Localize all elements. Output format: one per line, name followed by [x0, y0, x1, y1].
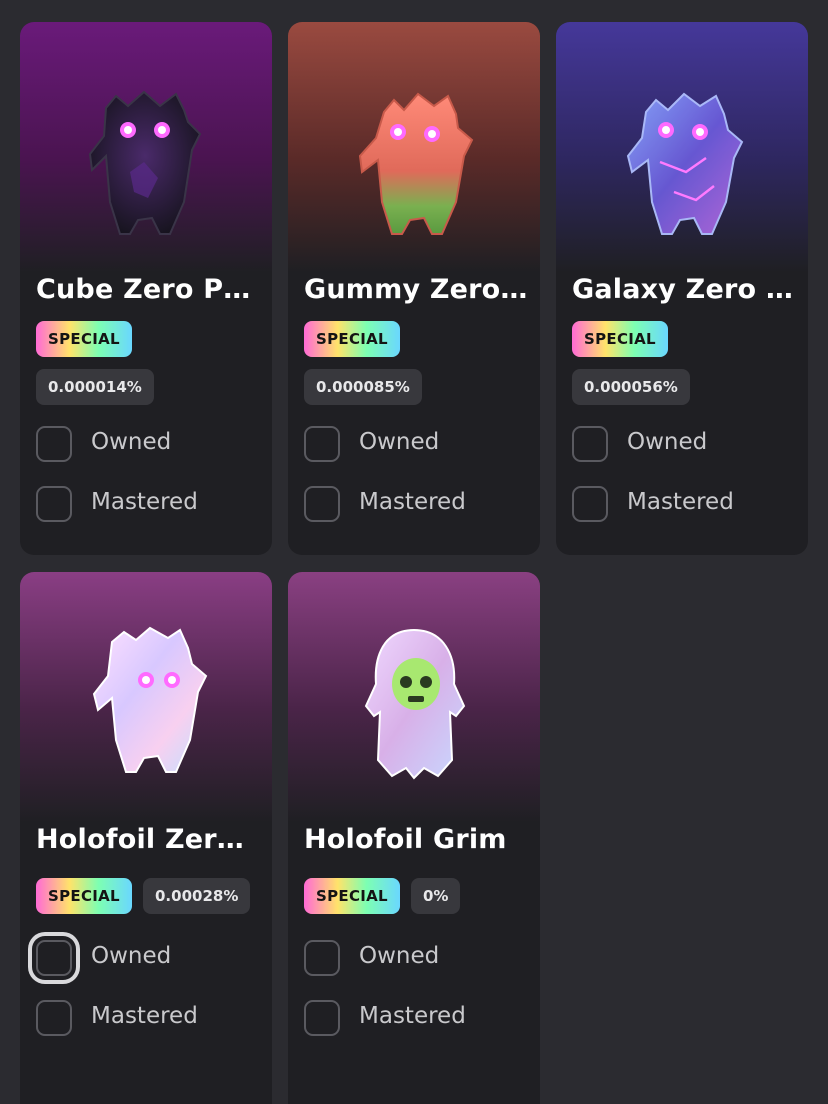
- rarity-badge: SPECIAL: [572, 321, 668, 357]
- card-art: [20, 572, 272, 822]
- mastered-label: Mastered: [359, 489, 466, 515]
- owned-checkbox[interactable]: [304, 940, 340, 976]
- rarity-percent: 0.000014%: [36, 369, 154, 405]
- owned-checkbox-row[interactable]: Owned: [304, 940, 534, 980]
- owned-label: Owned: [627, 429, 708, 455]
- owned-label: Owned: [359, 429, 440, 455]
- rarity-percent: 0.000056%: [572, 369, 690, 405]
- collectible-card[interactable]: Galaxy Zero P... SPECIAL 0.000056% Owned…: [556, 22, 808, 555]
- mastered-label: Mastered: [91, 1003, 198, 1029]
- rarity-percent: 0.000085%: [304, 369, 422, 405]
- mastered-checkbox[interactable]: [304, 1000, 340, 1036]
- card-art: [20, 22, 272, 272]
- mastered-checkbox[interactable]: [36, 486, 72, 522]
- rarity-percent: 0.00028%: [143, 878, 251, 914]
- owned-checkbox[interactable]: [36, 426, 72, 462]
- mastered-checkbox-row[interactable]: Mastered: [36, 1000, 266, 1040]
- card-title: Galaxy Zero P...: [572, 274, 798, 305]
- mastered-checkbox-row[interactable]: Mastered: [36, 486, 266, 526]
- owned-label: Owned: [91, 429, 172, 455]
- collectible-card[interactable]: Holofoil Zero ... SPECIAL 0.00028% Owned…: [20, 572, 272, 1104]
- owned-checkbox-row[interactable]: Owned: [36, 940, 266, 980]
- mastered-checkbox[interactable]: [36, 1000, 72, 1036]
- mastered-checkbox-row[interactable]: Mastered: [304, 486, 534, 526]
- rarity-badge: SPECIAL: [304, 321, 400, 357]
- mastered-checkbox-row[interactable]: Mastered: [304, 1000, 534, 1040]
- card-title: Holofoil Grim: [304, 824, 507, 855]
- collectible-card[interactable]: Gummy Zero ... SPECIAL 0.000085% Owned M…: [288, 22, 540, 555]
- owned-checkbox[interactable]: [572, 426, 608, 462]
- mastered-checkbox-row[interactable]: Mastered: [572, 486, 802, 526]
- owned-checkbox-row[interactable]: Owned: [572, 426, 802, 466]
- collectible-card[interactable]: Cube Zero Poi... SPECIAL 0.000014% Owned…: [20, 22, 272, 555]
- owned-label: Owned: [91, 943, 172, 969]
- owned-checkbox[interactable]: [36, 940, 72, 976]
- mastered-checkbox[interactable]: [572, 486, 608, 522]
- holofoil-grim-figure: [364, 628, 466, 780]
- mastered-label: Mastered: [359, 1003, 466, 1029]
- rarity-percent: 0%: [411, 878, 461, 914]
- card-title: Cube Zero Poi...: [36, 274, 262, 305]
- owned-checkbox-row[interactable]: Owned: [36, 426, 266, 466]
- owned-checkbox[interactable]: [304, 426, 340, 462]
- rarity-badge: SPECIAL: [304, 878, 400, 914]
- mastered-label: Mastered: [627, 489, 734, 515]
- card-art: [288, 572, 540, 822]
- mastered-checkbox[interactable]: [304, 486, 340, 522]
- collectible-card[interactable]: Holofoil Grim SPECIAL 0% Owned Mastered: [288, 572, 540, 1104]
- card-art: [556, 22, 808, 272]
- rarity-badge: SPECIAL: [36, 878, 132, 914]
- card-art: [288, 22, 540, 272]
- owned-checkbox-row[interactable]: Owned: [304, 426, 534, 466]
- owned-label: Owned: [359, 943, 440, 969]
- rarity-badge: SPECIAL: [36, 321, 132, 357]
- mastered-label: Mastered: [91, 489, 198, 515]
- card-title: Gummy Zero ...: [304, 274, 530, 305]
- card-title: Holofoil Zero ...: [36, 824, 262, 855]
